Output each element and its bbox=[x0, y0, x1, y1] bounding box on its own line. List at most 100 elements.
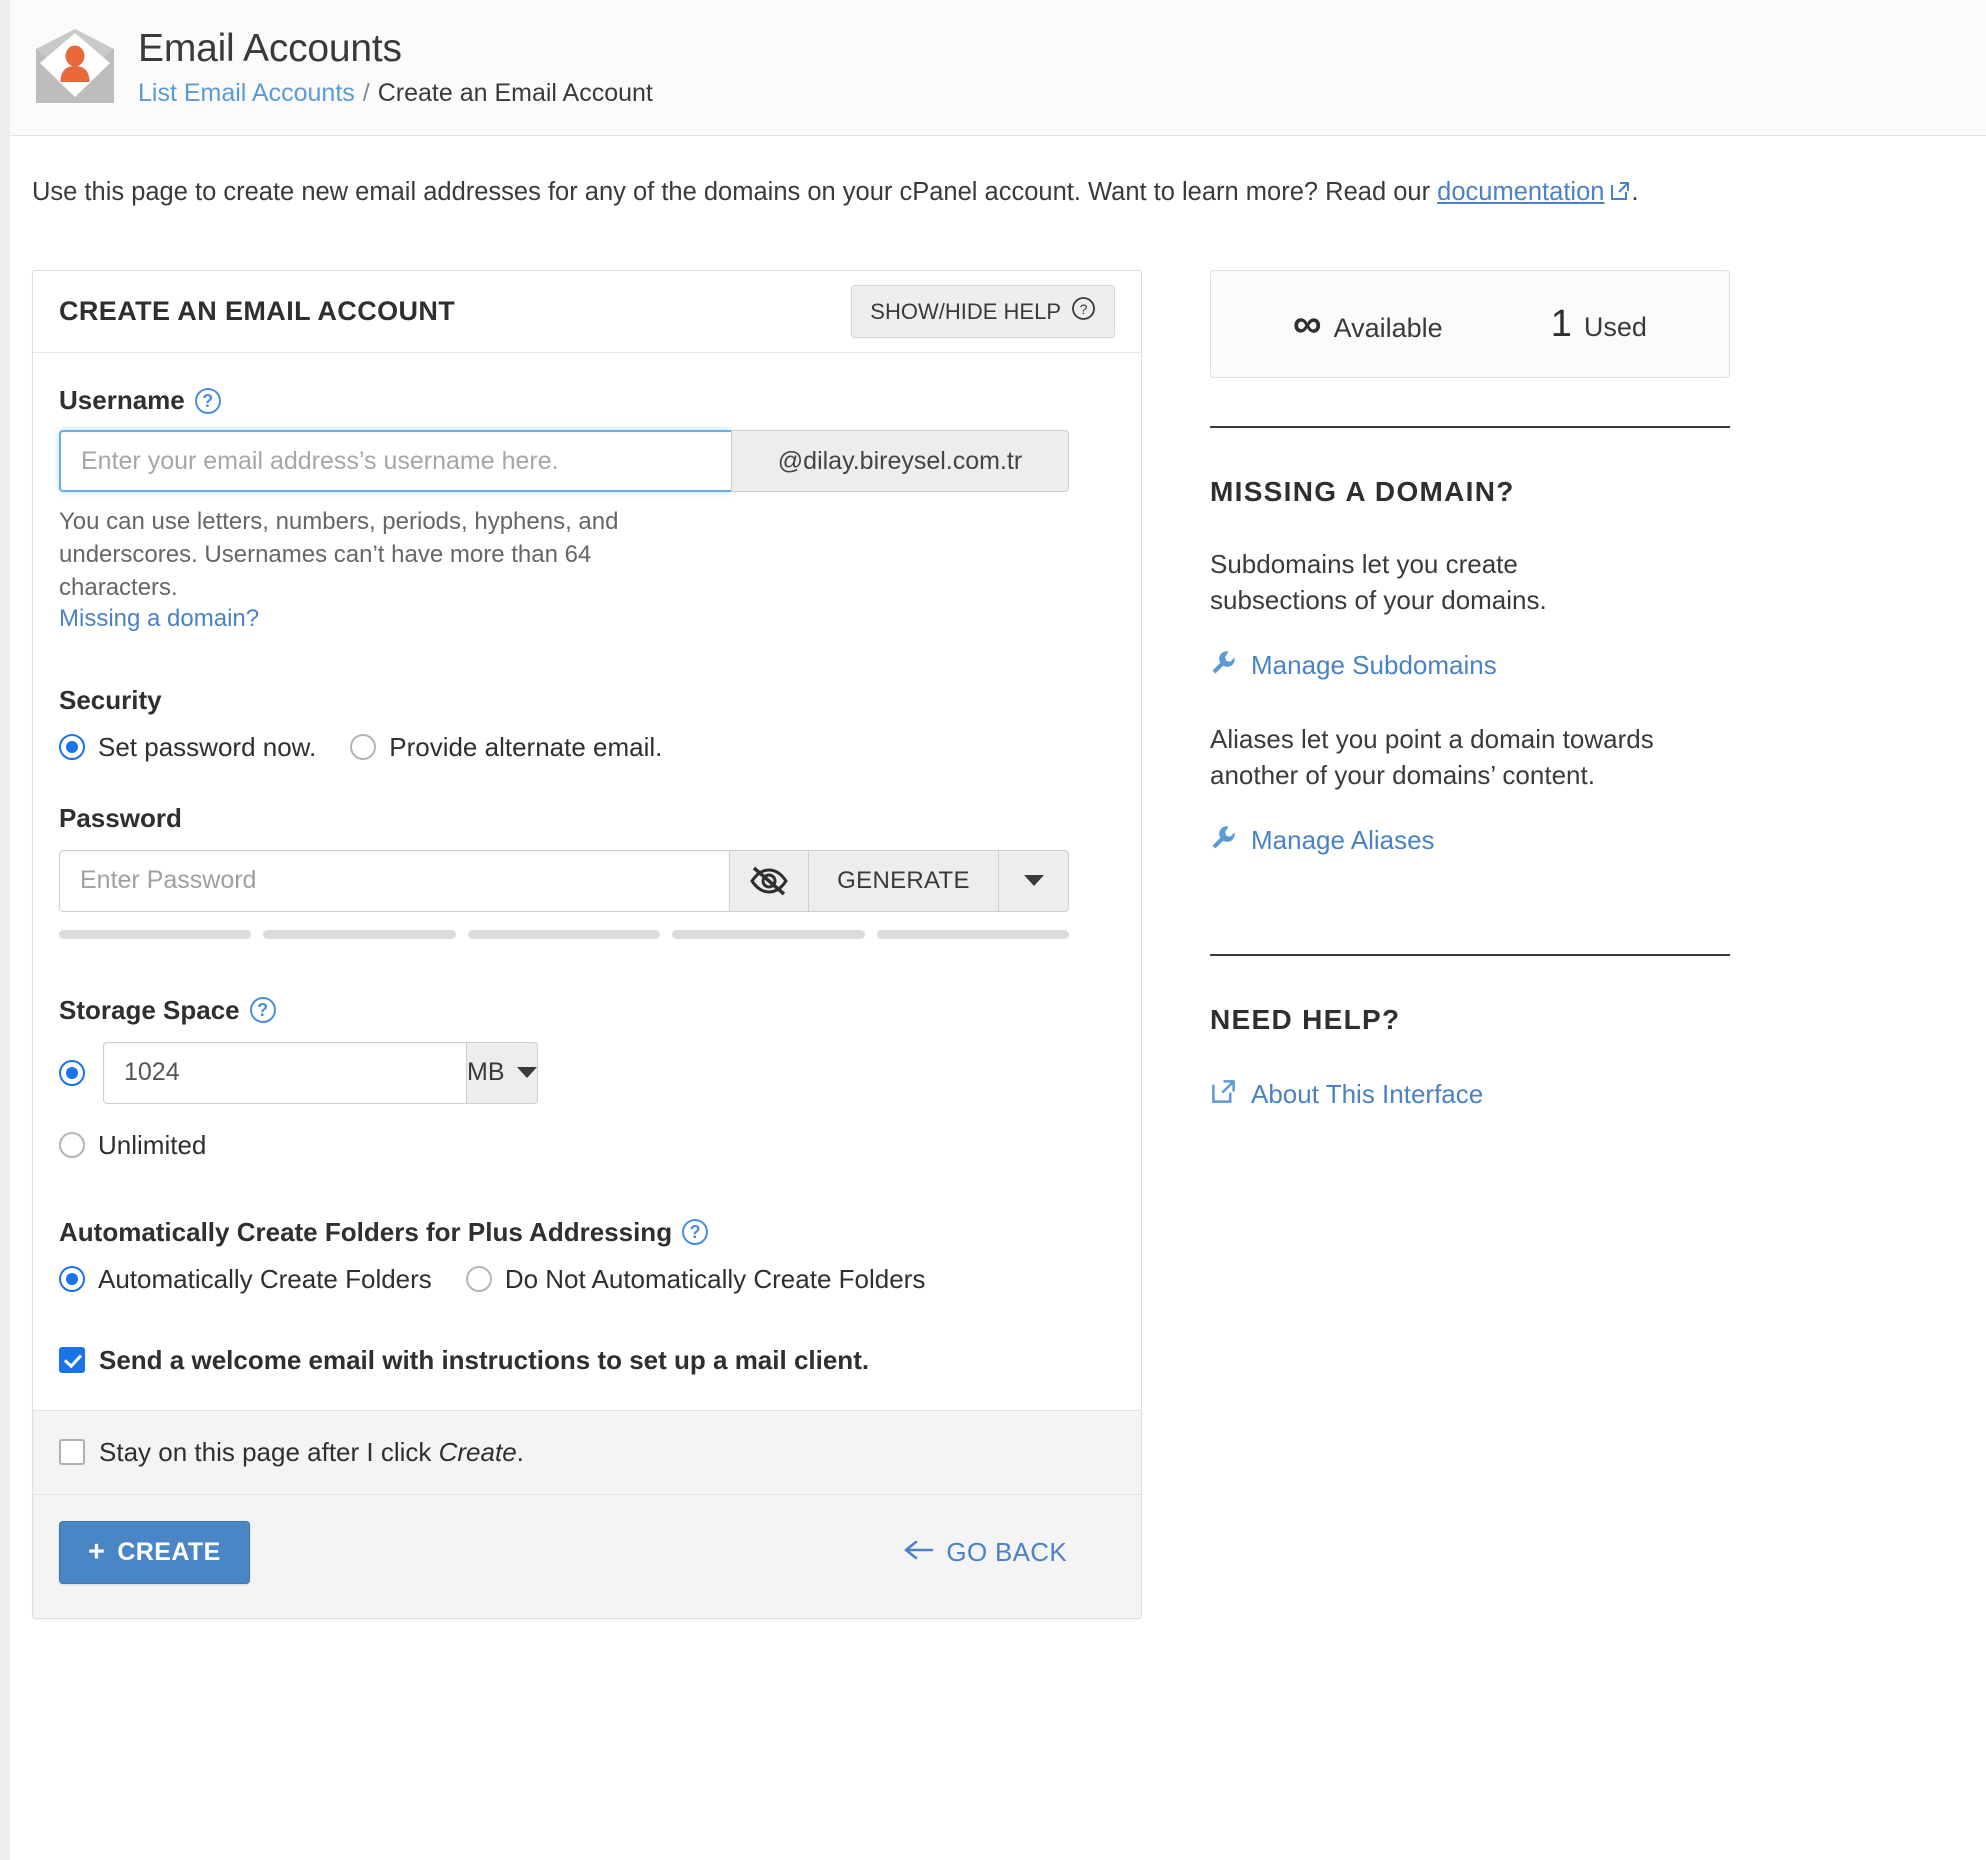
intro-text-before: Use this page to create new email addres… bbox=[32, 178, 1438, 206]
welcome-email-row[interactable]: Send a welcome email with instructions t… bbox=[59, 1345, 1115, 1376]
stay-on-page-row[interactable]: Stay on this page after I click Create. bbox=[33, 1409, 1141, 1494]
storage-quota-input[interactable] bbox=[103, 1041, 466, 1104]
generate-password-label: GENERATE bbox=[837, 866, 970, 894]
stay-on-page-emphasis: Create bbox=[438, 1436, 517, 1467]
radio-provide-alternate-email[interactable]: Provide alternate email. bbox=[350, 732, 662, 763]
stay-on-page-text-after: . bbox=[516, 1436, 524, 1467]
breadcrumb-link-list-email-accounts[interactable]: List Email Accounts bbox=[138, 79, 355, 107]
password-strength-segment bbox=[876, 929, 1070, 939]
radio-set-password-now-label: Set password now. bbox=[98, 731, 317, 762]
username-help-icon[interactable]: ? bbox=[194, 387, 221, 414]
plus-addressing-label: Automatically Create Folders for Plus Ad… bbox=[59, 1216, 673, 1247]
plus-addressing-help-icon[interactable]: ? bbox=[682, 1219, 709, 1246]
eye-slash-icon[interactable] bbox=[729, 849, 809, 912]
password-section: Password GENERATE bbox=[59, 803, 1115, 939]
password-strength-segment bbox=[467, 929, 661, 939]
card-action-footer: + CREATE GO BACK bbox=[33, 1493, 1141, 1618]
caret-down-icon bbox=[516, 1067, 537, 1079]
security-radio-group: Set password now. Provide alternate emai… bbox=[59, 732, 1115, 763]
email-account-icon bbox=[30, 23, 120, 113]
go-back-label: GO BACK bbox=[946, 1536, 1067, 1567]
security-label: Security bbox=[59, 684, 162, 715]
missing-a-domain-link[interactable]: Missing a domain? bbox=[59, 605, 259, 633]
storage-label: Storage Space bbox=[59, 994, 240, 1025]
password-input-group: GENERATE bbox=[59, 849, 1069, 912]
intro-paragraph: Use this page to create new email addres… bbox=[32, 178, 1639, 209]
storage-unit-dropdown[interactable]: MB bbox=[466, 1041, 538, 1104]
radio-do-not-auto-create-folders[interactable]: Do Not Automatically Create Folders bbox=[465, 1263, 926, 1295]
radio-provide-alternate-email-input[interactable] bbox=[350, 734, 377, 761]
left-accent-rail bbox=[0, 0, 10, 1860]
show-hide-help-button[interactable]: SHOW/HIDE HELP ? bbox=[851, 285, 1115, 338]
card-title: CREATE AN EMAIL ACCOUNT bbox=[59, 296, 456, 326]
create-button-label: CREATE bbox=[117, 1537, 221, 1566]
radio-storage-quota[interactable] bbox=[59, 1059, 85, 1086]
radio-set-password-now[interactable]: Set password now. bbox=[59, 732, 316, 763]
about-this-interface-link[interactable]: About This Interface bbox=[1210, 1078, 1730, 1112]
username-input[interactable] bbox=[59, 430, 731, 492]
page-header: Email Accounts List Email Accounts / Creat… bbox=[10, 0, 1986, 136]
radio-set-password-now-input[interactable] bbox=[59, 734, 85, 761]
question-circle-icon: ? bbox=[1071, 296, 1096, 327]
stay-on-page-checkbox[interactable] bbox=[59, 1439, 85, 1466]
external-link-icon bbox=[1609, 180, 1631, 209]
create-email-account-card: CREATE AN EMAIL ACCOUNT SHOW/HIDE HELP ?… bbox=[32, 270, 1142, 1619]
create-button[interactable]: + CREATE bbox=[59, 1520, 250, 1584]
sidebar: ∞ Available 1 Used MISSING A DOMAIN? Sub… bbox=[1210, 270, 1730, 1112]
password-strength-segment bbox=[263, 929, 456, 939]
missing-domain-paragraph-1: Subdomains let you create subsections of… bbox=[1210, 549, 1547, 616]
password-label: Password bbox=[59, 802, 182, 833]
documentation-link[interactable]: documentation bbox=[1437, 178, 1604, 206]
account-stats-box: ∞ Available 1 Used bbox=[1210, 270, 1730, 378]
welcome-email-label: Send a welcome email with instructions t… bbox=[99, 1344, 870, 1375]
need-help-heading: NEED HELP? bbox=[1210, 1003, 1401, 1035]
radio-auto-create-folders[interactable]: Automatically Create Folders bbox=[59, 1264, 432, 1295]
storage-help-icon[interactable]: ? bbox=[249, 997, 276, 1024]
stat-available: ∞ Available bbox=[1293, 304, 1443, 344]
breadcrumb-current: Create an Email Account bbox=[377, 79, 653, 108]
storage-section: Storage Space ? MB Unlimited bbox=[59, 995, 1115, 1161]
show-hide-help-label: SHOW/HIDE HELP bbox=[870, 298, 1061, 324]
plus-icon: + bbox=[88, 1535, 106, 1568]
radio-auto-create-folders-input[interactable] bbox=[59, 1266, 85, 1293]
username-label: Username bbox=[59, 385, 185, 415]
available-value: ∞ bbox=[1293, 302, 1322, 346]
radio-storage-unlimited[interactable] bbox=[59, 1132, 85, 1159]
breadcrumb: List Email Accounts / Create an Email Acco… bbox=[138, 79, 653, 108]
radio-do-not-auto-create-folders-input[interactable] bbox=[465, 1266, 492, 1293]
go-back-button[interactable]: GO BACK bbox=[904, 1537, 1067, 1568]
external-link-icon bbox=[1210, 1078, 1237, 1112]
username-label-row: Username ? bbox=[59, 385, 1115, 416]
manage-aliases-link[interactable]: Manage Aliases bbox=[1210, 824, 1730, 858]
used-value: 1 bbox=[1550, 302, 1572, 345]
available-label: Available bbox=[1333, 313, 1443, 343]
radio-auto-create-folders-label: Automatically Create Folders bbox=[98, 1263, 432, 1294]
about-this-interface-label: About This Interface bbox=[1251, 1079, 1484, 1110]
card-header: CREATE AN EMAIL ACCOUNT SHOW/HIDE HELP ? bbox=[33, 271, 1141, 353]
password-strength-segment bbox=[59, 929, 252, 939]
storage-input-group: MB bbox=[103, 1041, 538, 1104]
password-input[interactable] bbox=[59, 849, 729, 912]
storage-label-row: Storage Space ? bbox=[59, 995, 1115, 1026]
username-input-group: @dilay.bireysel.com.tr bbox=[59, 430, 1069, 492]
password-options-dropdown-button[interactable] bbox=[999, 849, 1069, 912]
radio-do-not-auto-create-folders-label: Do Not Automatically Create Folders bbox=[504, 1263, 926, 1294]
password-strength-segment bbox=[672, 929, 865, 939]
username-hint: You can use letters, numbers, periods, h… bbox=[59, 508, 619, 601]
generate-password-button[interactable]: GENERATE bbox=[809, 849, 999, 912]
storage-unlimited-row[interactable]: Unlimited bbox=[59, 1130, 1115, 1161]
caret-down-icon bbox=[1023, 875, 1044, 887]
plus-addressing-section: Automatically Create Folders for Plus Ad… bbox=[59, 1217, 1115, 1295]
password-strength-meter bbox=[59, 929, 1070, 939]
storage-quota-row: MB bbox=[59, 1041, 1115, 1104]
used-label: Used bbox=[1583, 311, 1647, 342]
arrow-left-icon bbox=[904, 1537, 934, 1568]
domain-suffix-addon: @dilay.bireysel.com.tr bbox=[731, 430, 1069, 492]
welcome-email-checkbox[interactable] bbox=[59, 1347, 85, 1374]
plus-addressing-radio-group: Automatically Create Folders Do Not Auto… bbox=[59, 1264, 1115, 1295]
intro-text-after: . bbox=[1631, 178, 1639, 206]
sidebar-divider-2 bbox=[1210, 953, 1730, 956]
missing-domain-paragraph-2: Aliases let you point a domain towards a… bbox=[1210, 723, 1654, 791]
stay-on-page-label: Stay on this page after I click Create. bbox=[99, 1437, 524, 1468]
manage-subdomains-link[interactable]: Manage Subdomains bbox=[1210, 649, 1730, 683]
